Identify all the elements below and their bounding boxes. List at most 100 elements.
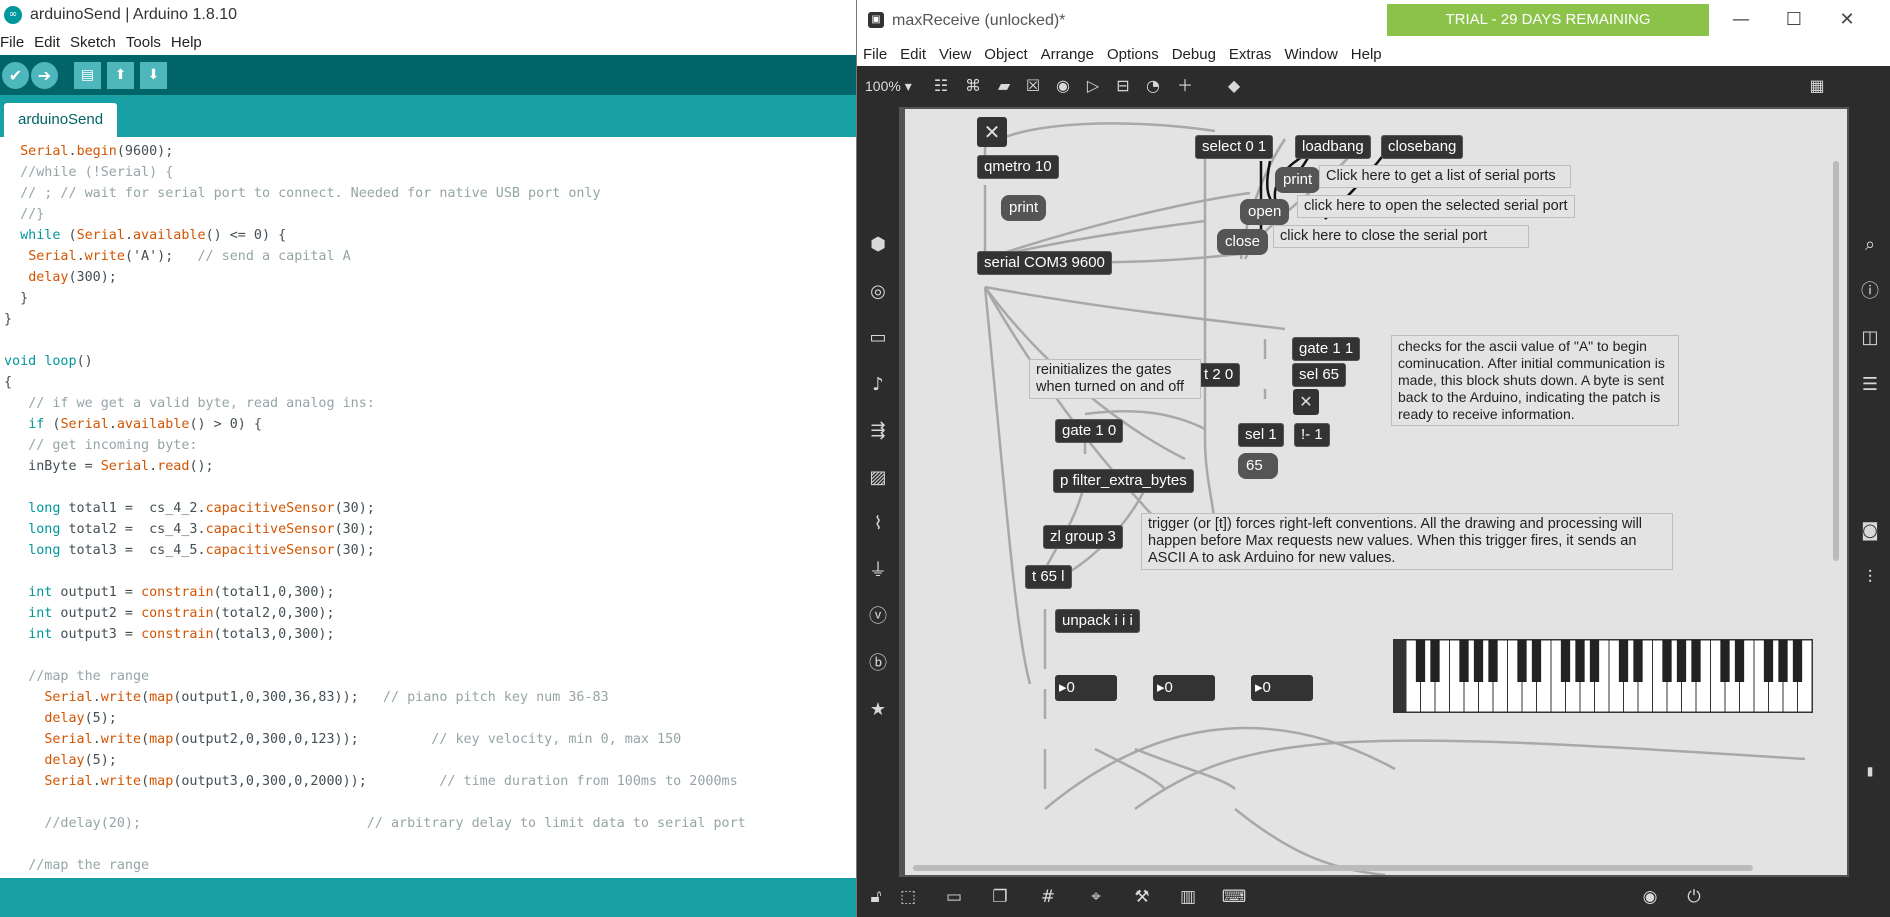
- verify-button[interactable]: ✔: [2, 61, 29, 89]
- black-key[interactable]: [1430, 640, 1440, 682]
- black-key[interactable]: [1763, 640, 1774, 682]
- power-icon[interactable]: ⏻: [1681, 885, 1707, 909]
- upload-button[interactable]: ➔: [31, 61, 58, 89]
- zoom-select[interactable]: 100% ▾: [865, 78, 912, 95]
- black-key[interactable]: [1473, 640, 1484, 682]
- toggle-object-icon[interactable]: ☒: [1021, 75, 1045, 97]
- max-menu-help[interactable]: Help: [1351, 46, 1382, 63]
- close-message[interactable]: close: [1217, 229, 1269, 255]
- music-note-icon[interactable]: ♪: [857, 371, 899, 399]
- max-menu-file[interactable]: File: [863, 46, 887, 63]
- info-icon[interactable]: ⓘ: [1849, 278, 1890, 306]
- dial-object-icon[interactable]: ◔: [1141, 75, 1165, 97]
- object-icon[interactable]: ⌘: [961, 75, 985, 97]
- snapshot-icon[interactable]: ◙: [1849, 517, 1890, 545]
- black-key[interactable]: [1618, 640, 1629, 682]
- max-menu-edit[interactable]: Edit: [900, 46, 926, 63]
- plug-icon[interactable]: ⏚: [857, 557, 899, 585]
- number-box-pitch[interactable]: ▸0: [1055, 675, 1117, 701]
- arduino-menu-edit[interactable]: Edit: [34, 34, 60, 51]
- black-key[interactable]: [1720, 640, 1730, 682]
- zl-group-object[interactable]: zl group 3: [1043, 525, 1123, 549]
- black-key[interactable]: [1517, 640, 1527, 682]
- save-sketch-button[interactable]: ⬇: [140, 61, 167, 89]
- sel-1-object[interactable]: sel 1: [1238, 423, 1284, 447]
- media-icon[interactable]: ▭: [857, 324, 899, 352]
- toggle-on-off[interactable]: ✕: [977, 117, 1007, 147]
- black-key[interactable]: [1459, 640, 1469, 682]
- arduino-menu-file[interactable]: File: [0, 34, 24, 51]
- gate-toggle[interactable]: ✕: [1293, 389, 1319, 415]
- max-menu-object[interactable]: Object: [984, 46, 1027, 63]
- black-key[interactable]: [1488, 640, 1498, 682]
- vizzie-icon[interactable]: ⓥ: [857, 603, 899, 631]
- grid-menu-icon[interactable]: ▦: [1805, 75, 1829, 97]
- lock-icon[interactable]: 🔓︎: [863, 885, 889, 909]
- package-icon[interactable]: ⬢: [857, 231, 899, 259]
- black-key[interactable]: [1560, 640, 1571, 682]
- beap-icon[interactable]: ⓑ: [857, 650, 899, 678]
- black-key[interactable]: [1691, 640, 1701, 682]
- tab-arduinosend[interactable]: arduinoSend: [4, 103, 118, 137]
- close-window-icon[interactable]: ✕: [1827, 8, 1867, 32]
- arduino-menu-sketch[interactable]: Sketch: [70, 34, 116, 51]
- black-key[interactable]: [1575, 640, 1585, 682]
- print-message[interactable]: print: [1275, 167, 1321, 193]
- black-key[interactable]: [1778, 640, 1788, 682]
- unpack-object[interactable]: unpack i i i: [1055, 609, 1140, 633]
- max-menu-extras[interactable]: Extras: [1229, 46, 1272, 63]
- max-menu-options[interactable]: Options: [1107, 46, 1159, 63]
- t-65-l-object[interactable]: t 65 l: [1025, 565, 1072, 589]
- arduino-menu-help[interactable]: Help: [171, 34, 202, 51]
- play-object-icon[interactable]: ▷: [1081, 75, 1105, 97]
- presentation-icon[interactable]: ☷: [929, 75, 953, 97]
- black-key[interactable]: [1415, 640, 1426, 682]
- image-icon[interactable]: ▨: [857, 464, 899, 492]
- snap-icon[interactable]: ⌖: [1083, 885, 1109, 909]
- new-sketch-button[interactable]: ▤: [74, 61, 101, 89]
- vertical-scrollbar[interactable]: [1833, 161, 1839, 561]
- gate-1-0-object[interactable]: gate 1 0: [1055, 419, 1124, 443]
- mixer-icon[interactable]: ⫶: [1849, 564, 1890, 592]
- step-icon[interactable]: ⇶: [857, 417, 899, 445]
- black-key[interactable]: [1662, 640, 1672, 682]
- number-box-duration[interactable]: ▸0: [1251, 675, 1313, 701]
- t-2-0-object[interactable]: t 2 0: [1197, 363, 1241, 387]
- horizontal-scrollbar[interactable]: [913, 865, 1753, 871]
- grid-icon[interactable]: #: [1035, 885, 1061, 909]
- max-menu-arrange[interactable]: Arrange: [1041, 46, 1094, 63]
- number-box-velocity[interactable]: ▸0: [1153, 675, 1215, 701]
- not-equal-object[interactable]: !- 1: [1294, 423, 1330, 447]
- presentation-mode-icon[interactable]: ▭: [941, 885, 967, 909]
- open-sketch-button[interactable]: ⬆: [107, 61, 134, 89]
- closebang-object[interactable]: closebang: [1381, 135, 1464, 159]
- kslider-keyboard[interactable]: [1393, 639, 1813, 713]
- minimize-icon[interactable]: —: [1721, 8, 1761, 32]
- slider-object-icon[interactable]: ⊟: [1111, 75, 1135, 97]
- black-key[interactable]: [1792, 640, 1803, 682]
- open-message[interactable]: open: [1240, 199, 1290, 225]
- windows-icon[interactable]: ❐: [987, 885, 1013, 909]
- paint-bucket-icon[interactable]: ◆: [1222, 75, 1246, 97]
- max-menu-window[interactable]: Window: [1284, 46, 1337, 63]
- paperclip-icon[interactable]: ⌇: [857, 510, 899, 538]
- code-editor[interactable]: Serial.begin(9600); //while (!Serial) { …: [0, 137, 856, 878]
- volume-slider[interactable]: ▮: [1849, 757, 1890, 785]
- search-icon[interactable]: ⌕: [1849, 231, 1890, 259]
- transport-play-icon[interactable]: ◉: [1637, 885, 1663, 909]
- reference-icon[interactable]: ◫: [1849, 324, 1890, 352]
- max-menu-debug[interactable]: Debug: [1172, 46, 1216, 63]
- select-object[interactable]: select 0 1: [1195, 135, 1274, 159]
- wrench-icon[interactable]: ⚒: [1129, 885, 1155, 909]
- max-menu-view[interactable]: View: [939, 46, 971, 63]
- serial-object[interactable]: serial COM3 9600: [977, 251, 1112, 275]
- black-key[interactable]: [1734, 640, 1745, 682]
- target-icon[interactable]: ◎: [857, 278, 899, 306]
- black-key[interactable]: [1633, 640, 1643, 682]
- button-object-icon[interactable]: ◉: [1051, 75, 1075, 97]
- print-object[interactable]: print: [1001, 195, 1047, 221]
- black-key[interactable]: [1531, 640, 1542, 682]
- patcher-canvas[interactable]: ✕ qmetro 10 print serial COM3 9600 selec…: [905, 109, 1847, 875]
- gate-1-1-object[interactable]: gate 1 1: [1292, 337, 1361, 361]
- black-key[interactable]: [1589, 640, 1600, 682]
